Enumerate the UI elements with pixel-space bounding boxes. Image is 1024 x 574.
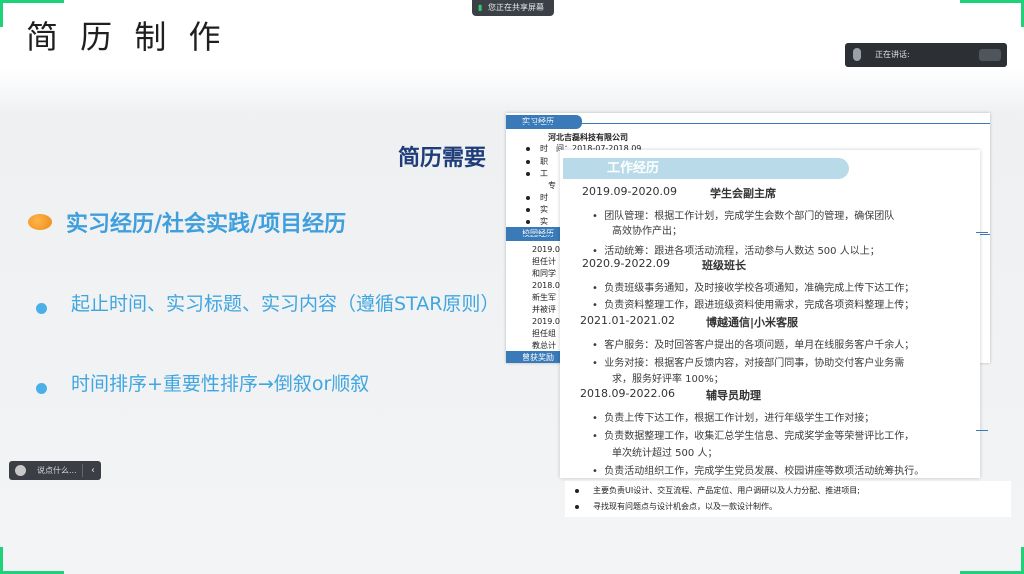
speaking-label: 正在讲话: <box>875 50 910 59</box>
emoji-icon[interactable] <box>15 465 26 476</box>
entry-date: 2020.9-2022.09 <box>582 257 670 270</box>
entry-item: • 负责资料整理工作，跟进班级资料使用需求，完成各项资料整理上传； <box>592 300 915 311</box>
resume-row: 职 <box>526 157 548 167</box>
resume-heading: 简历需要 <box>398 146 487 171</box>
entry-date: 2018.09-2022.06 <box>580 387 675 400</box>
screen-sharing-indicator[interactable]: ▮ 您正在共享屏幕 <box>472 0 554 16</box>
entry-item: • 负责班级事务通知，及时接收学校各项通知，准确完成上传下达工作； <box>592 283 915 294</box>
tab-internship: 实习经历 <box>506 115 582 129</box>
entry-item: • 活动统筹：跟进各项活动流程，活动参与人数达 500 人以上； <box>592 246 880 257</box>
campus-row: 2018.0 <box>532 281 560 290</box>
resume-row: 主要负责UI设计、交互流程、产品定位、用户调研以及人力分配、推进项目; <box>575 485 860 496</box>
resume-row: 工 <box>526 169 548 179</box>
resume-row: 时 <box>526 193 548 203</box>
entry-item: • 团队管理：根据工作计划，完成学生会数个部门的管理，确保团队 <box>592 211 895 222</box>
chevron-left-icon[interactable]: ‹ <box>91 461 95 480</box>
bullet-text: 时间排序+重要性排序→倒叙or顺叙 <box>71 373 370 395</box>
divider <box>82 464 83 477</box>
chat-placeholder[interactable]: 说点什么... <box>37 461 77 480</box>
orange-dot-icon <box>28 214 52 230</box>
divider <box>976 232 988 233</box>
entry-item: • 负责数据整理工作，收集汇总学生信息、完成奖学金等荣誉评比工作， <box>592 431 915 442</box>
bullet-text: 起止时间、实习标题、实习内容（遵循STAR原则） <box>71 293 500 315</box>
entry-role: 班级班长 <box>702 259 746 272</box>
entry-date: 2021.01-2021.02 <box>580 314 675 327</box>
chat-input-bar[interactable]: 说点什么... ‹ <box>9 461 101 480</box>
microphone-icon <box>853 48 861 61</box>
section-heading: 实习经历/社会实践/项目经历 <box>28 206 346 238</box>
entry-item: 高效协作产出； <box>612 226 682 237</box>
resume-row: 寻找现有问题点与设计机会点，以及一款设计制作。 <box>575 501 777 512</box>
work-experience-header: 工作经历 <box>563 158 849 179</box>
bullet-item: 时间排序+重要性排序→倒叙or顺叙 <box>36 373 501 402</box>
entry-role: 学生会副主席 <box>710 187 776 200</box>
resume-image-front: 工作经历 2019.09-2020.09 学生会副主席 • 团队管理：根据工作计… <box>560 150 980 478</box>
bullet-dot-icon <box>36 303 47 314</box>
campus-row: 新生军 <box>532 293 556 302</box>
divider <box>976 430 988 431</box>
campus-row: 2019.0 <box>532 317 560 326</box>
resume-image-bottom: 主要负责UI设计、交互流程、产品定位、用户调研以及人力分配、推进项目; 寻找现有… <box>565 481 1011 517</box>
speaking-panel[interactable]: 正在讲话: <box>845 43 1007 67</box>
campus-row: 和同学 <box>532 269 556 278</box>
bullet-dot-icon <box>36 383 47 394</box>
slide-title: 简 历 制 作 <box>26 18 227 56</box>
sharing-label: 您正在共享屏幕 <box>488 3 544 12</box>
entry-item: 求，服务好评率 100%； <box>612 374 724 385</box>
section-heading-text: 实习经历/社会实践/项目经历 <box>66 212 347 237</box>
share-frame-edge <box>960 0 1024 3</box>
divider <box>506 123 990 124</box>
share-frame-corner <box>0 0 27 27</box>
campus-row: 教总计 <box>532 341 556 350</box>
campus-row: 并被评 <box>532 305 556 314</box>
resume-row: 专 <box>548 181 556 190</box>
campus-row: 2019.0 <box>532 245 560 254</box>
campus-row: 担任计 <box>532 257 556 266</box>
entry-item: • 客户服务：及时回答客户提出的各项问题，单月在线服务客户千余人； <box>592 340 915 351</box>
resume-row: 实 <box>526 217 548 227</box>
share-frame-corner <box>997 0 1024 27</box>
camera-icon[interactable] <box>979 49 1001 61</box>
entry-item: • 负责上传下达工作，根据工作计划，进行年级学生工作对接； <box>592 413 875 424</box>
share-frame-edge <box>0 0 64 3</box>
share-frame-corner <box>0 547 27 574</box>
company-name: 河北吉磊科技有限公司 <box>548 133 628 142</box>
entry-role: 辅导员助理 <box>706 389 761 402</box>
bullet-item: 起止时间、实习标题、实习内容（遵循STAR原则） <box>36 293 501 322</box>
entry-date: 2019.09-2020.09 <box>582 185 677 198</box>
signal-icon: ▮ <box>478 3 483 12</box>
share-frame-corner <box>997 547 1024 574</box>
entry-item: 单次统计超过 500 人； <box>612 448 718 459</box>
resume-row: 实 <box>526 205 548 215</box>
entry-item: • 负责活动组织工作，完成学生党员发展、校园讲座等数项活动统筹执行。 <box>592 466 925 477</box>
campus-row: 担任组 <box>532 329 556 338</box>
entry-role: 博越通信|小米客服 <box>706 316 799 329</box>
entry-item: • 业务对接：根据客户反馈内容，对接部门同事，协助交付客户业务需 <box>592 358 905 369</box>
